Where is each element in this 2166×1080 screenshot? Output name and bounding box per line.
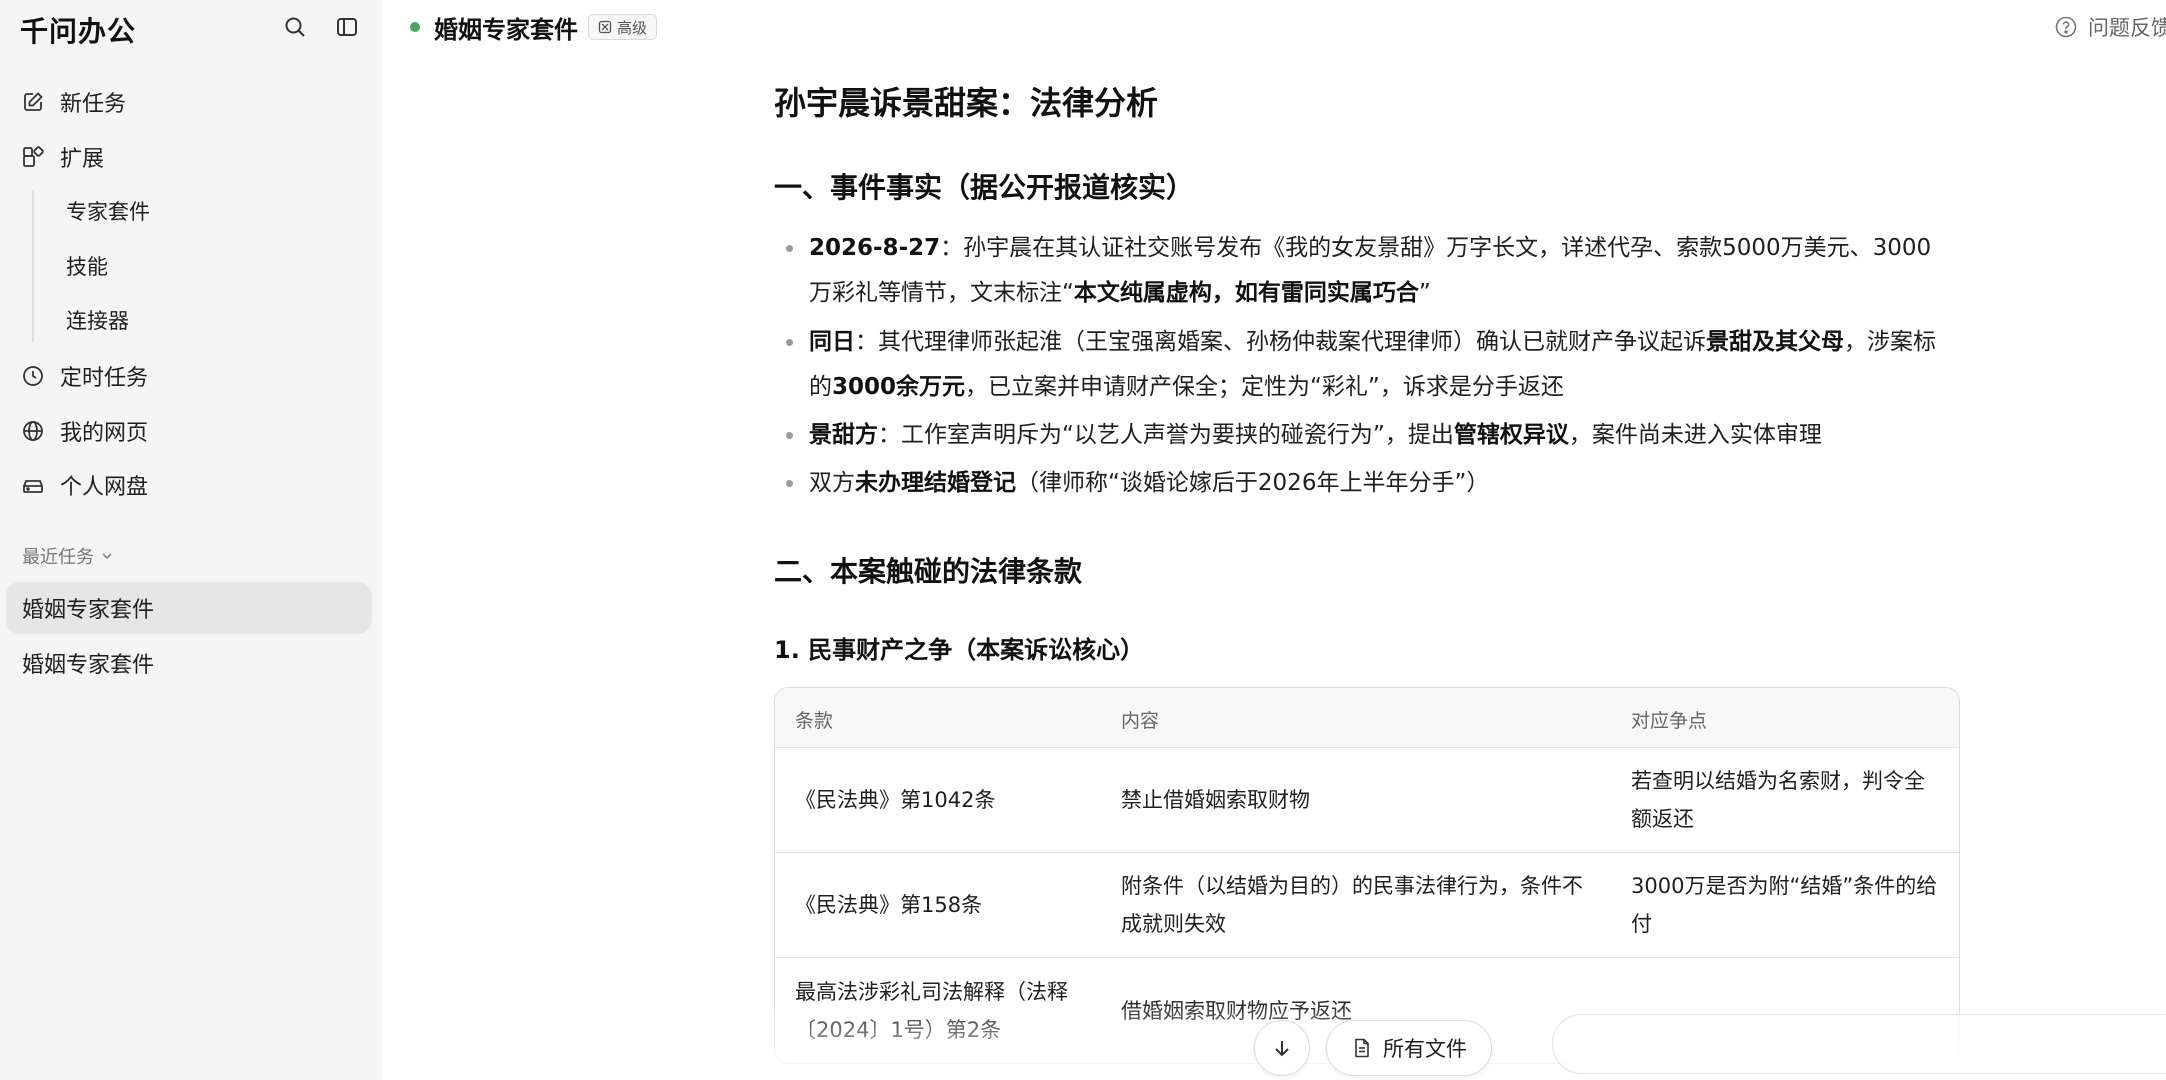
nav-label: 新任务 [60,92,127,117]
bold-text: 同日 [809,329,855,355]
nav-new-task[interactable]: 新任务 [20,82,126,122]
recent-task-label: 婚姻专家套件 [22,598,155,623]
help-icon [2055,16,2077,38]
bold-text: 管辖权异议 [1453,422,1569,448]
recent-task-item[interactable]: 婚姻专家套件 [6,582,372,634]
text-run: （律师称“谈婚论嫁后于2026年上半年分手”） [1016,470,1490,496]
app-name: 千问办公 [20,15,137,48]
column-header: 对应争点 [1631,710,1708,732]
tier-badge: 高级 [588,14,658,40]
table-row: 《民法典》第158条 附条件（以结婚为目的）的民事法律行为，条件不成就则失效 3… [775,853,1959,958]
text-run: 双方 [809,470,855,496]
bold-text: 2026-8-27 [809,235,941,261]
bullet-dot [786,245,793,252]
column-header: 内容 [1121,710,1160,732]
bullet-dot [786,432,793,439]
text-run: ” [1418,280,1431,306]
section-heading: 二、本案触碰的法律条款 [774,555,1083,588]
bold-text: 未办理结婚登记 [855,470,1016,496]
text-run: ，已立案并申请财产保全；定性为“彩礼”，诉求是分手返还 [965,374,1564,400]
file-icon [1355,1038,1369,1058]
tier-badge-label: 高级 [617,18,648,37]
bullet-dot [786,480,793,487]
table-row: 《民法典》第1042条 禁止借婚姻索取财物 若查明以结婚为名索财，判令全额返还 [775,748,1959,853]
extensions-icon [20,144,46,170]
nav-my-webpages[interactable]: 我的网页 [20,411,148,451]
bold-text: 3000余万元 [832,374,966,400]
sub-item-connectors[interactable]: 连接器 [66,300,129,340]
column-header: 条款 [795,710,834,732]
recent-task-label: 婚姻专家套件 [22,653,155,678]
list-item-text: 2026-8-27：孙宇晨在其认证社交账号发布《我的女友景甜》万字长文，详述代孕… [774,226,1960,316]
list-item: 2026-8-27：孙宇晨在其认证社交账号发布《我的女友景甜》万字长文，详述代孕… [774,226,1960,316]
table-cell: 若查明以结婚为名索财，判令全额返还 [1631,769,1925,831]
sub-item-label: 连接器 [66,309,129,333]
search-icon[interactable] [278,10,312,44]
page-title: 婚姻专家套件 [434,16,578,44]
sub-item-expert-kit[interactable]: 专家套件 [66,191,150,231]
nav-personal-drive[interactable]: 个人网盘 [20,465,148,505]
all-files-label: 所有文件 [1383,1037,1467,1061]
list-item-text: 双方未办理结婚登记（律师称“谈婚论嫁后于2026年上半年分手”） [774,461,1960,506]
text-run: ：其代理律师张起淮（王宝强离婚案、孙杨仲裁案代理律师）确认已就财产争议起诉 [855,329,1706,355]
list-item-text: 同日：其代理律师张起淮（王宝强离婚案、孙杨仲裁案代理律师）确认已就财产争议起诉景… [774,320,1960,410]
globe-icon [20,418,46,444]
sidebar-toggle-icon[interactable] [330,10,364,44]
feedback-label: 问题反馈 [2088,16,2166,40]
section-heading: 一、事件事实（据公开报道核实） [774,171,1195,204]
table-header: 条款 内容 对应争点 [775,688,1959,748]
feedback-link[interactable]: 问题反馈 [2054,12,2166,42]
table-cell: 《民法典》第1042条 [795,788,996,812]
all-files-button[interactable]: 所有文件 [1326,1020,1492,1076]
table-cell: 附条件（以结婚为目的）的民事法律行为，条件不成就则失效 [1121,874,1583,936]
premium-icon [598,20,612,34]
table-cell: 3000万是否为附“结婚”条件的给付 [1631,874,1938,936]
sub-item-skills[interactable]: 技能 [66,246,108,286]
nav-extensions[interactable]: 扩展 [20,137,104,177]
sub-item-label: 专家套件 [66,200,150,224]
list-item: 双方未办理结婚登记（律师称“谈婚论嫁后于2026年上半年分手”） [774,461,1960,506]
bullet-dot [786,339,793,346]
list-item: 景甜方：工作室声明斥为“以艺人声誉为要挟的碰瓷行为”，提出管辖权异议，案件尚未进… [774,413,1960,458]
sidebar: 千问办公 新任务 扩展 专家套件 技能 连接器 定时任务 我的网页 个人网盘 最… [0,0,382,1080]
drive-icon [20,472,46,498]
document-title: 孙宇晨诉景甜案：法律分析 [774,84,1159,122]
submenu-rail [32,190,34,342]
recent-tasks-header[interactable]: 最近任务 [22,543,114,569]
list-item: 同日：其代理律师张起淮（王宝强离婚案、孙杨仲裁案代理律师）确认已就财产争议起诉景… [774,320,1960,410]
arrow-down-icon [1275,1041,1289,1057]
clock-icon [20,363,46,389]
edit-icon [20,89,46,115]
bold-text: 景甜方 [809,422,878,448]
nav-scheduled-tasks[interactable]: 定时任务 [20,356,148,396]
nav-label: 我的网页 [60,421,149,446]
sub-item-label: 技能 [66,255,108,279]
nav-label: 定时任务 [60,366,149,391]
recent-task-item[interactable]: 婚姻专家套件 [6,637,372,689]
text-run: ：工作室声明斥为“以艺人声誉为要挟的碰瓷行为”，提出 [878,422,1454,448]
table-cell: 《民法典》第158条 [795,893,983,917]
scroll-down-button[interactable] [1254,1020,1310,1076]
bold-text: 本文纯属虚构，如有雷同实属巧合 [1073,280,1419,306]
text-run: ，案件尚未进入实体审理 [1568,422,1822,448]
bold-text: 景甜及其父母 [1706,329,1844,355]
subsection-heading: 1. 民事财产之争（本案诉讼核心） [774,636,1145,664]
nav-label: 个人网盘 [60,475,149,500]
nav-label: 扩展 [60,147,105,172]
input-bar-edge[interactable] [1552,1014,2166,1074]
recent-tasks-label: 最近任务 [22,547,94,568]
status-dot [410,22,420,32]
list-item-text: 景甜方：工作室声明斥为“以艺人声誉为要挟的碰瓷行为”，提出管辖权异议，案件尚未进… [774,413,1960,458]
table-cell: 禁止借婚姻索取财物 [1121,788,1310,812]
chevron-down-icon [102,553,112,560]
